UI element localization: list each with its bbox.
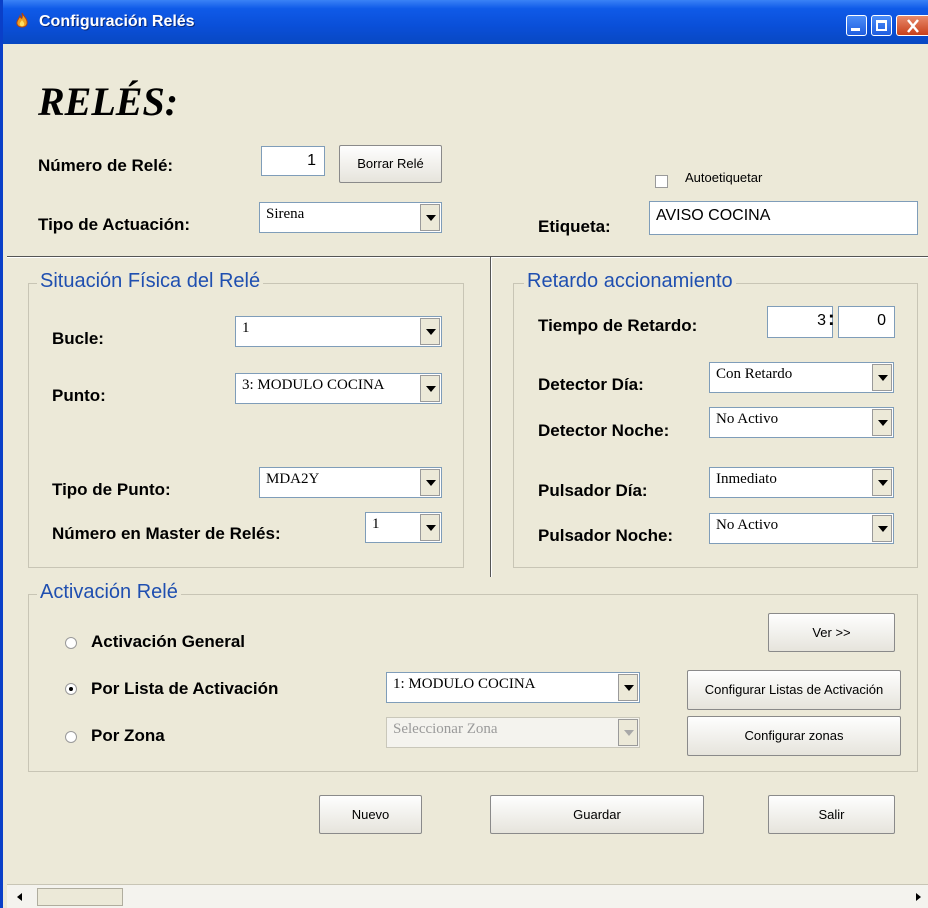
point-type-select[interactable]: MDA2Y [259, 467, 442, 498]
chevron-down-icon[interactable] [872, 515, 892, 542]
vertical-divider-highlight [491, 257, 492, 577]
delay-time-label: Tiempo de Retardo: [538, 316, 698, 335]
button-night-value: No Activo [716, 517, 779, 533]
loop-label: Bucle: [52, 329, 104, 348]
chevron-down-icon[interactable] [872, 364, 892, 391]
delay-legend: Retardo accionamiento [524, 270, 736, 293]
view-button[interactable]: Ver >> [768, 613, 895, 652]
chevron-down-icon[interactable] [420, 318, 440, 345]
general-activation-label: Activación General [91, 632, 246, 651]
delay-separator: : [828, 308, 835, 330]
list-activation-radio[interactable] [65, 683, 77, 695]
button-day-select[interactable]: Inmediato [709, 467, 894, 498]
delay-minutes-field[interactable]: 3 [767, 306, 833, 338]
arrow-left-icon [17, 893, 22, 901]
exit-button[interactable]: Salir [768, 795, 895, 834]
physical-location-legend: Situación Física del Relé [37, 270, 264, 293]
point-label: Punto: [52, 386, 106, 405]
detector-day-select[interactable]: Con Retardo [709, 362, 894, 393]
button-night-label: Pulsador Noche: [538, 526, 674, 545]
point-select[interactable]: 3: MODULO COCINA [235, 373, 442, 404]
button-day-value: Inmediato [716, 471, 777, 487]
detector-night-select[interactable]: No Activo [709, 407, 894, 438]
actuation-type-value: Sirena [266, 206, 305, 222]
detector-night-value: No Activo [716, 411, 779, 427]
minimize-button[interactable] [846, 15, 867, 36]
activation-list-select[interactable]: 1: MODULO COCINA [386, 672, 640, 703]
zone-select-placeholder: Seleccionar Zona [393, 721, 498, 737]
auto-label-checkbox[interactable] [655, 175, 668, 188]
scroll-left-button[interactable] [11, 888, 31, 906]
chevron-down-icon[interactable] [872, 469, 892, 496]
zone-activation-radio[interactable] [65, 731, 77, 743]
horizontal-divider-highlight [7, 257, 928, 258]
tag-label: Etiqueta: [538, 217, 611, 236]
window-title: Configuración Relés [39, 13, 195, 30]
close-button[interactable] [896, 15, 928, 36]
chevron-down-icon[interactable] [420, 469, 440, 496]
detector-day-label: Detector Día: [538, 375, 644, 394]
general-activation-radio[interactable] [65, 637, 77, 649]
detector-day-value: Con Retardo [716, 366, 793, 382]
relay-number-label: Número de Relé: [38, 156, 174, 175]
chevron-down-icon[interactable] [420, 204, 440, 231]
relay-number-field[interactable]: 1 [261, 146, 325, 176]
point-type-label: Tipo de Punto: [52, 480, 171, 499]
minimize-icon [851, 28, 860, 31]
maximize-icon [876, 20, 887, 31]
window: Configuración Relés RELÉS: Número de Rel… [0, 0, 928, 908]
chevron-down-icon[interactable] [420, 375, 440, 402]
tag-field[interactable]: AVISO COCINA [649, 201, 918, 235]
delay-seconds-field[interactable]: 0 [838, 306, 895, 338]
button-night-select[interactable]: No Activo [709, 513, 894, 544]
zone-activation-label: Por Zona [91, 726, 165, 745]
point-type-value: MDA2Y [266, 471, 320, 487]
maximize-button[interactable] [871, 15, 892, 36]
master-number-value: 1 [372, 516, 380, 532]
title-bar[interactable]: Configuración Relés [3, 0, 928, 44]
actuation-type-select[interactable]: Sirena [259, 202, 442, 233]
loop-select[interactable]: 1 [235, 316, 442, 347]
point-value: 3: MODULO COCINA [242, 377, 385, 393]
scroll-right-button[interactable] [907, 888, 927, 906]
loop-value: 1 [242, 320, 250, 336]
master-number-select[interactable]: 1 [365, 512, 442, 543]
detector-night-label: Detector Noche: [538, 421, 670, 440]
zone-select: Seleccionar Zona [386, 717, 640, 748]
actuation-type-label: Tipo de Actuación: [38, 215, 191, 234]
list-activation-label: Por Lista de Activación [91, 679, 279, 698]
close-icon [907, 19, 919, 33]
auto-label-text: Autoetiquetar [685, 170, 763, 185]
delete-relay-button[interactable]: Borrar Relé [339, 145, 442, 183]
horizontal-scrollbar[interactable] [7, 884, 928, 908]
activation-legend: Activación Relé [37, 581, 181, 604]
new-button[interactable]: Nuevo [319, 795, 422, 834]
save-button[interactable]: Guardar [490, 795, 704, 834]
configure-lists-button[interactable]: Configurar Listas de Activación [687, 670, 901, 710]
fire-icon [16, 12, 28, 28]
button-day-label: Pulsador Día: [538, 481, 648, 500]
chevron-down-icon[interactable] [618, 674, 638, 701]
arrow-right-icon [916, 893, 921, 901]
master-number-label: Número en Master de Relés: [52, 524, 281, 543]
configure-zones-button[interactable]: Configurar zonas [687, 716, 901, 756]
page-heading: RELÉS: [38, 79, 179, 124]
activation-list-value: 1: MODULO COCINA [393, 676, 536, 692]
chevron-down-icon [618, 719, 638, 746]
chevron-down-icon[interactable] [420, 514, 440, 541]
scroll-thumb[interactable] [37, 888, 123, 906]
chevron-down-icon[interactable] [872, 409, 892, 436]
